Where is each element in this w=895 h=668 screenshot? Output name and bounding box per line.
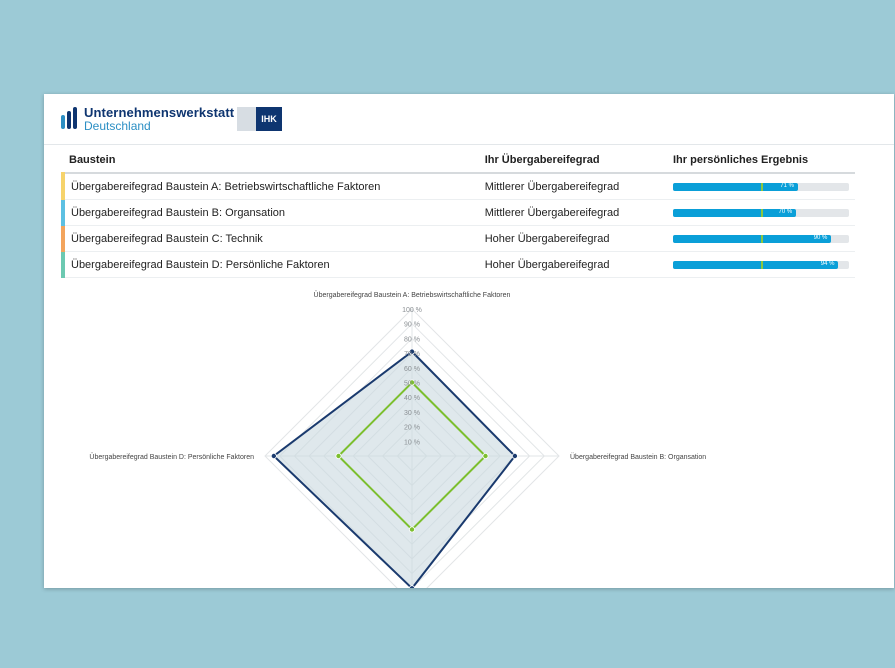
row-result: 71 % (667, 173, 855, 200)
progress-bar: 70 % (673, 208, 849, 217)
ihk-logo-label: IHK (256, 107, 282, 131)
radar-axis-label: Übergabereifegrad Baustein B: Organsatio… (570, 453, 706, 461)
radar-axis-label: Übergabereifegrad Baustein A: Betriebswi… (314, 291, 511, 299)
radar-chart: 10 % 20 % 30 % 40 % 50 % 60 % 70 % 80 % 90 % 100 … (89, 291, 706, 588)
progress-bar: 94 % (673, 260, 849, 269)
progress-label: 70 % (778, 208, 793, 215)
progress-label: 71 % (780, 182, 794, 189)
progress-reference-marker (761, 234, 763, 243)
progress-bar: 71 % (673, 182, 849, 191)
radar-tick-label: 70 % (404, 351, 420, 358)
column-header-result: Ihr persönliches Ergebnis (667, 148, 855, 174)
results-table-body: Übergabereifegrad Baustein A: Betriebswi… (61, 173, 855, 278)
progress-reference-marker (761, 182, 763, 191)
radar-series-area (272, 350, 517, 588)
row-level: Hoher Übergabereifegrad (478, 225, 667, 252)
radar-axis-label: Übergabereifegrad Baustein D: Persönlich… (89, 453, 254, 461)
progress-label: 90 % (813, 234, 828, 241)
table-row: Übergabereifegrad Baustein C: Technik Hoh… (61, 225, 855, 252)
table-row: Übergabereifegrad Baustein B: Organsatio… (61, 199, 855, 226)
row-level: Mittlerer Übergabereifegrad (478, 173, 667, 200)
progress-reference-marker (761, 260, 763, 269)
radar-tick-label: 20 % (404, 425, 420, 432)
radar-data-point (409, 585, 415, 588)
radar-data-point (408, 526, 415, 533)
radar-tick-label: 30 % (404, 410, 420, 417)
results-table: Baustein Ihr Übergabereifegrad Ihr persö… (61, 148, 855, 278)
radar-data-point (482, 452, 489, 459)
header: Unternehmenswerkstatt Deutschland IHK (44, 94, 894, 145)
progress-reference-marker (761, 208, 763, 217)
radar-tick-label: 40 % (404, 395, 420, 402)
row-baustein-name: Übergabereifegrad Baustein B: Organsatio… (61, 199, 479, 226)
radar-tick-label: 50 % (404, 381, 420, 388)
progress-label: 94 % (820, 260, 835, 267)
progress-fill: 70 % (673, 208, 797, 217)
radar-tick-label: 80 % (404, 336, 420, 343)
progress-fill: 71 % (673, 182, 798, 191)
row-result: 70 % (667, 199, 855, 226)
column-header-baustein: Baustein (63, 148, 479, 174)
row-result: 90 % (667, 225, 855, 252)
radar-data-point (511, 452, 518, 459)
row-baustein-name: Übergabereifegrad Baustein C: Technik (61, 225, 479, 252)
row-baustein-name: Übergabereifegrad Baustein A: Betriebswi… (61, 173, 479, 200)
row-result: 94 % (667, 251, 855, 278)
row-level: Mittlerer Übergabereifegrad (478, 199, 667, 226)
progress-bar: 90 % (673, 234, 849, 243)
radar-tick-label: 10 % (404, 439, 420, 446)
radar-tick-label: 90 % (404, 322, 420, 329)
radar-data-point (335, 452, 342, 459)
column-header-level: Ihr Übergabereifegrad (478, 148, 667, 174)
row-baustein-name: Übergabereifegrad Baustein D: Persönlich… (61, 251, 479, 278)
table-row: Übergabereifegrad Baustein D: Persönlich… (61, 251, 855, 278)
logo-subtitle: Deutschland (84, 119, 151, 133)
ihk-logo: IHK (237, 107, 282, 131)
row-level: Hoher Übergabereifegrad (478, 251, 667, 278)
progress-fill: 90 % (673, 234, 832, 243)
logo-title: Unternehmenswerkstatt (84, 105, 235, 120)
radar-data-point (270, 452, 277, 459)
table-row: Übergabereifegrad Baustein A: Betriebswi… (61, 173, 855, 200)
results-card: Unternehmenswerkstatt Deutschland IHK Ba… (44, 94, 894, 588)
logo-bars-icon (61, 107, 77, 129)
progress-fill: 94 % (673, 260, 839, 269)
radar-tick-label: 60 % (404, 366, 420, 373)
radar-tick-label: 100 % (402, 307, 422, 314)
